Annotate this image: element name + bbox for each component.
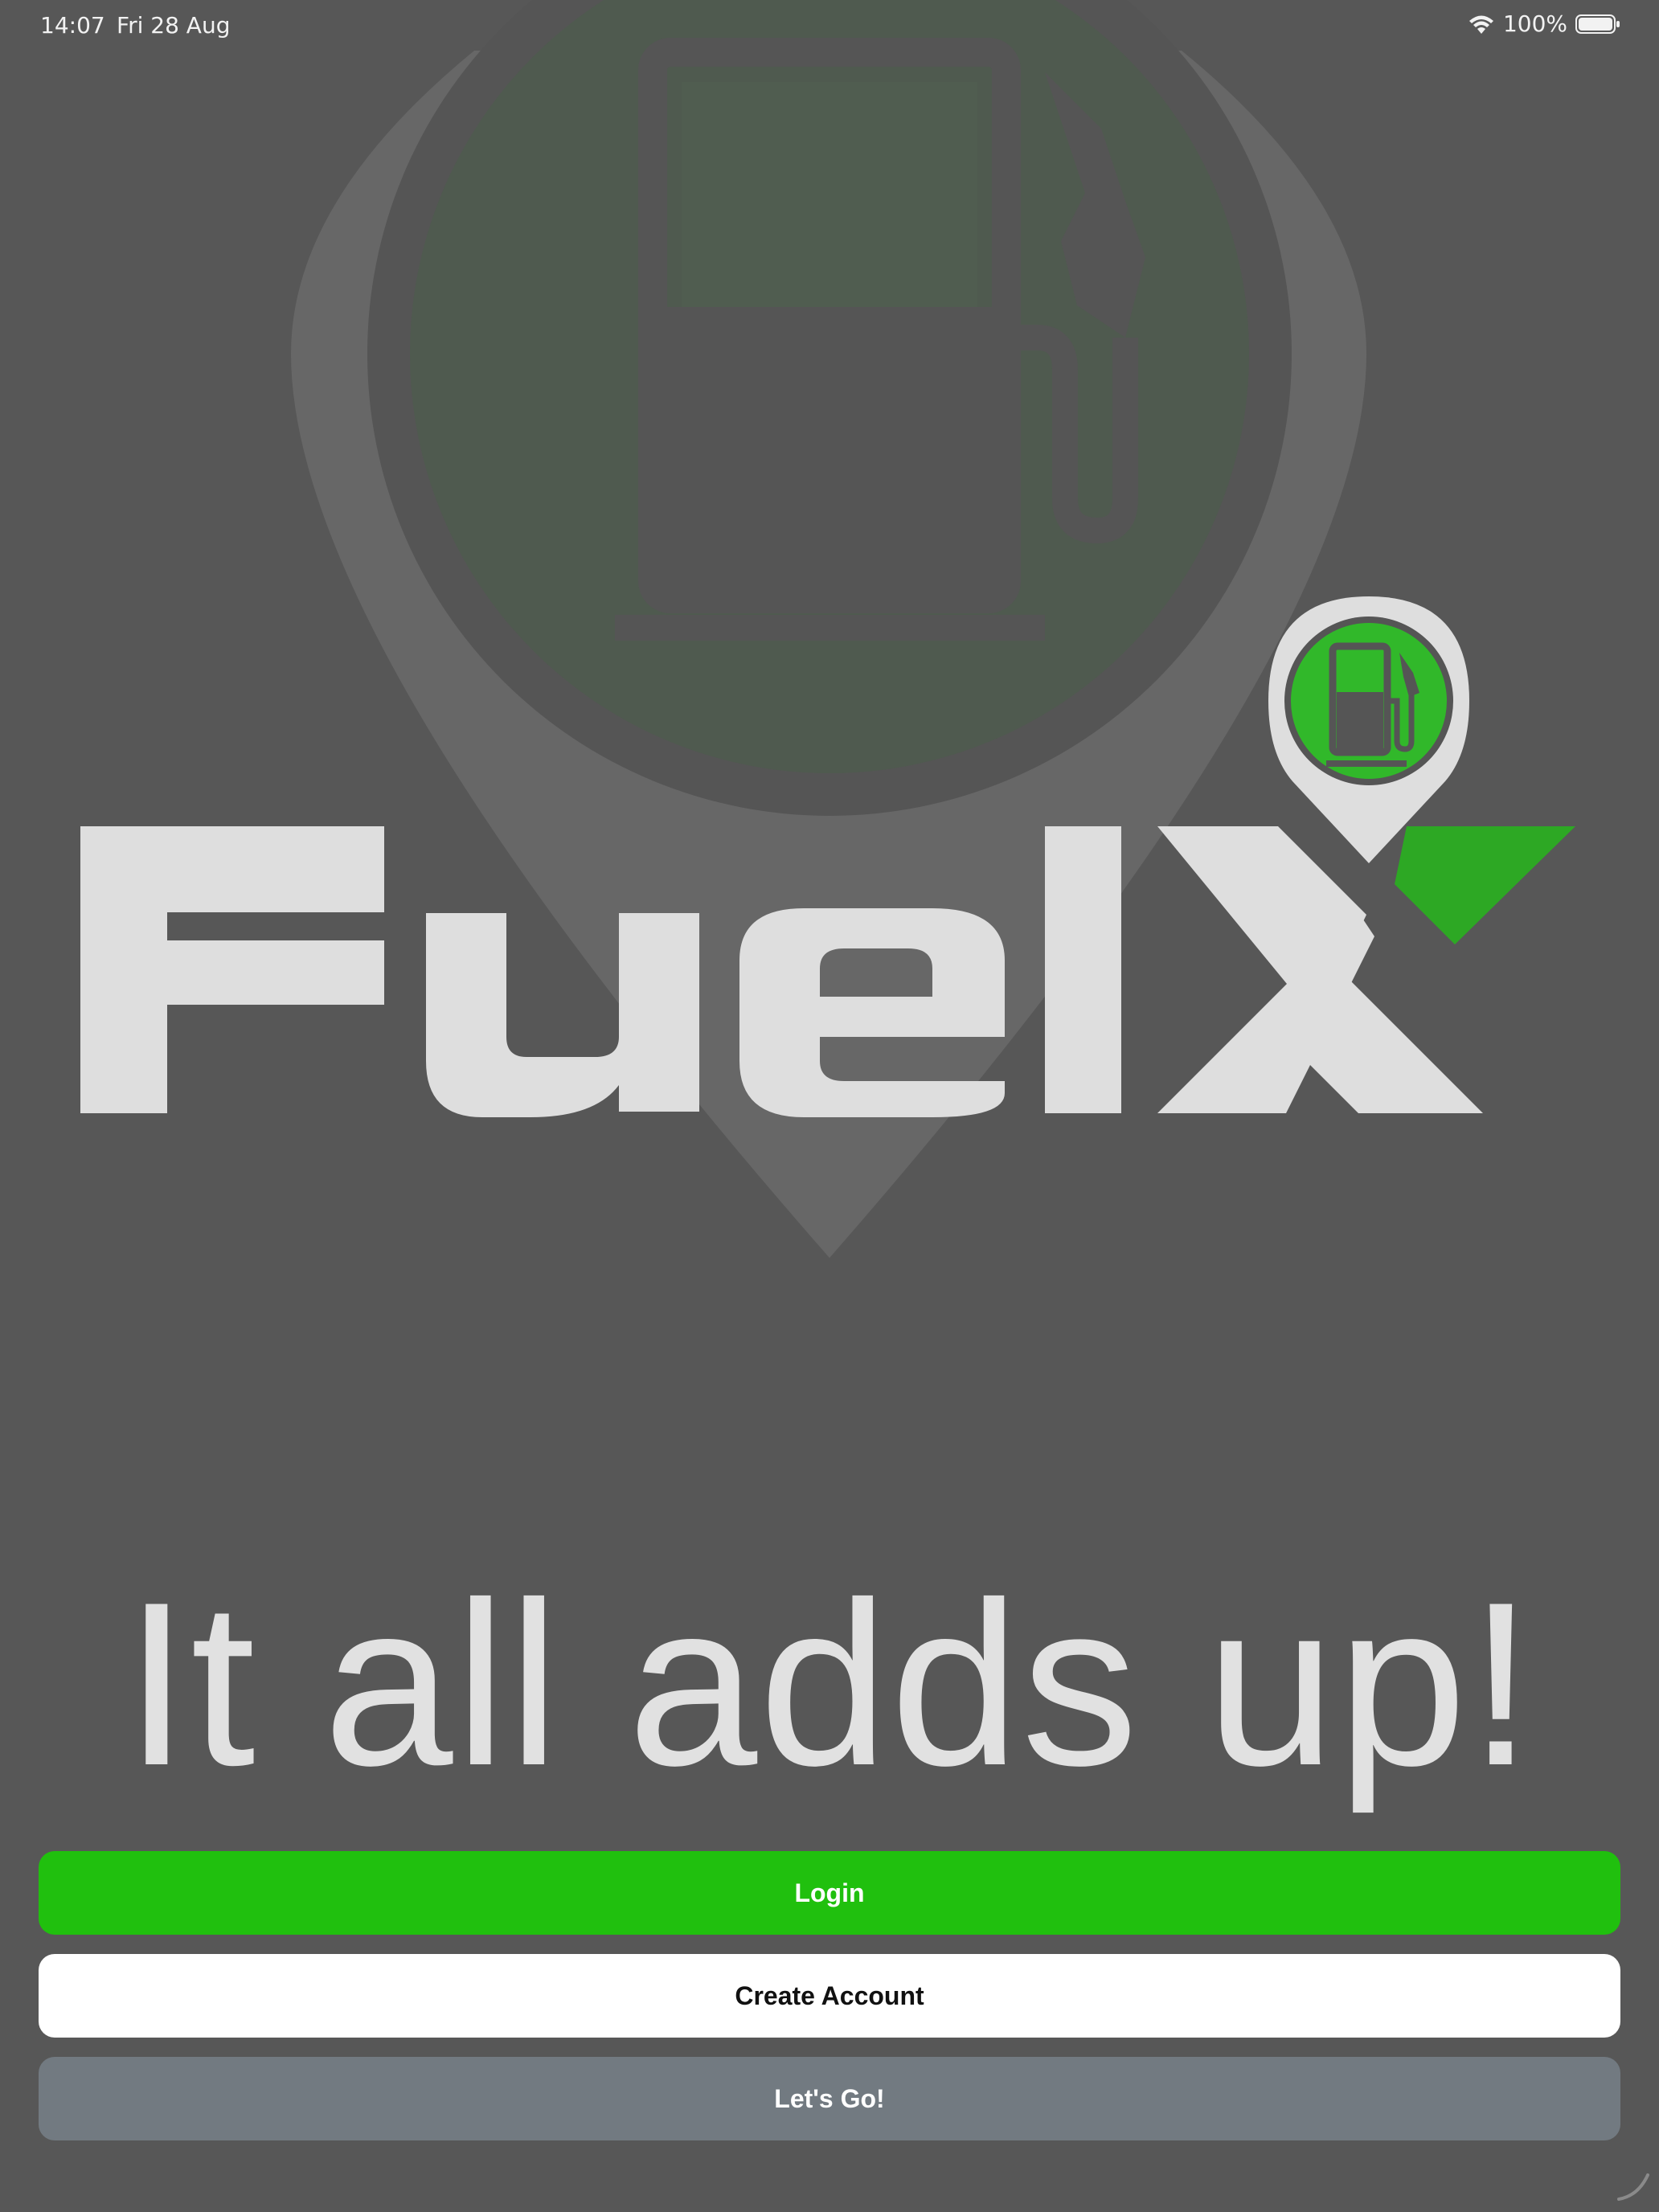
fuelx-wordmark-logo [80, 820, 1591, 1117]
status-date: Fri 28 Aug [117, 12, 231, 39]
status-bar: 14:07 Fri 28 Aug 100% [0, 0, 1659, 51]
status-indicators: 100% [1468, 10, 1620, 37]
battery-icon [1575, 14, 1620, 35]
tagline: It all adds up! [124, 1554, 1535, 1814]
fuel-pump-pin-icon [1268, 596, 1469, 863]
login-button[interactable]: Login [39, 1851, 1620, 1935]
resize-handle-icon[interactable] [1614, 2165, 1653, 2204]
create-account-button[interactable]: Create Account [39, 1954, 1620, 2038]
status-time: 14:07 [40, 12, 105, 39]
battery-percent: 100% [1502, 10, 1567, 37]
lets-go-button[interactable]: Let's Go! [39, 2057, 1620, 2140]
wifi-icon [1468, 14, 1495, 35]
